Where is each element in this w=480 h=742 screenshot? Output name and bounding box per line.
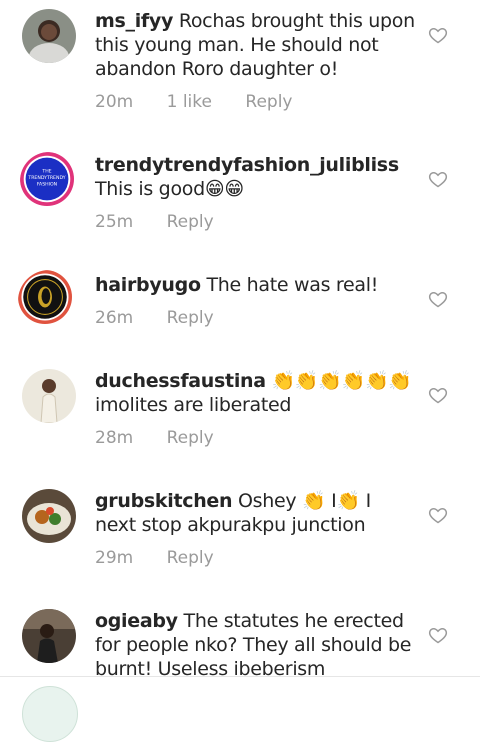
comment-time: 29m <box>95 548 134 568</box>
comment-text: ogieaby The statutes he erected for peop… <box>95 609 415 676</box>
avatar-text: THE <box>41 168 51 174</box>
heart-outline-icon[interactable] <box>428 625 448 645</box>
comment-meta: 26m Reply <box>95 308 242 328</box>
reply-button[interactable]: Reply <box>167 212 214 232</box>
reply-button[interactable]: Reply <box>245 92 292 112</box>
comment-username[interactable]: duchessfaustina <box>95 370 266 392</box>
comment-username[interactable]: ms_ifyy <box>95 10 173 32</box>
comment-meta: 28m Reply <box>95 428 242 448</box>
comment-text: hairbyugo The hate was real! <box>95 273 415 297</box>
avatar[interactable] <box>22 369 76 423</box>
comment-username[interactable]: trendytrendyfashion_julibliss <box>95 154 399 176</box>
comment-meta: 25m Reply <box>95 212 242 232</box>
comment-body: The hate was real! <box>206 274 379 296</box>
avatar[interactable] <box>22 609 76 663</box>
heart-outline-icon[interactable] <box>428 289 448 309</box>
comment-time: 20m <box>95 92 134 112</box>
avatar[interactable] <box>22 9 76 63</box>
heart-outline-icon[interactable] <box>428 25 448 45</box>
comment-time: 26m <box>95 308 134 328</box>
reply-button[interactable]: Reply <box>167 308 214 328</box>
heart-outline-icon[interactable] <box>428 169 448 189</box>
heart-outline-icon[interactable] <box>428 505 448 525</box>
avatar[interactable] <box>22 686 78 742</box>
comment-username[interactable]: ogieaby <box>95 610 178 632</box>
comment-username[interactable]: hairbyugo <box>95 274 201 296</box>
comment-time: 28m <box>95 428 134 448</box>
avatar[interactable]: THE TRENDYTRENDY FASHION <box>20 152 78 210</box>
avatar[interactable] <box>22 489 76 543</box>
avatar-text: FASHION <box>37 182 58 188</box>
avatar[interactable] <box>18 270 80 332</box>
comment-likes[interactable]: 1 like <box>167 92 212 112</box>
comment-text: trendytrendyfashion_julibliss This is go… <box>95 153 415 201</box>
comment-text: grubskitchen Oshey 👏 I👏 I next stop akpu… <box>95 489 415 537</box>
reply-button[interactable]: Reply <box>167 428 214 448</box>
comment-time: 25m <box>95 212 134 232</box>
comment-text: ms_ifyy Rochas brought this upon this yo… <box>95 9 415 81</box>
divider <box>0 676 480 677</box>
comment-meta: 20m 1 like Reply <box>95 92 320 112</box>
comment-username[interactable]: grubskitchen <box>95 490 233 512</box>
comment-meta: 29m Reply <box>95 548 242 568</box>
comment-text: duchessfaustina 👏👏👏👏👏👏 imolites are libe… <box>95 369 415 417</box>
reply-button[interactable]: Reply <box>167 548 214 568</box>
avatar-text: TRENDYTRENDY <box>27 175 65 181</box>
comment-body: This is good😁😁 <box>95 178 244 200</box>
heart-outline-icon[interactable] <box>428 385 448 405</box>
